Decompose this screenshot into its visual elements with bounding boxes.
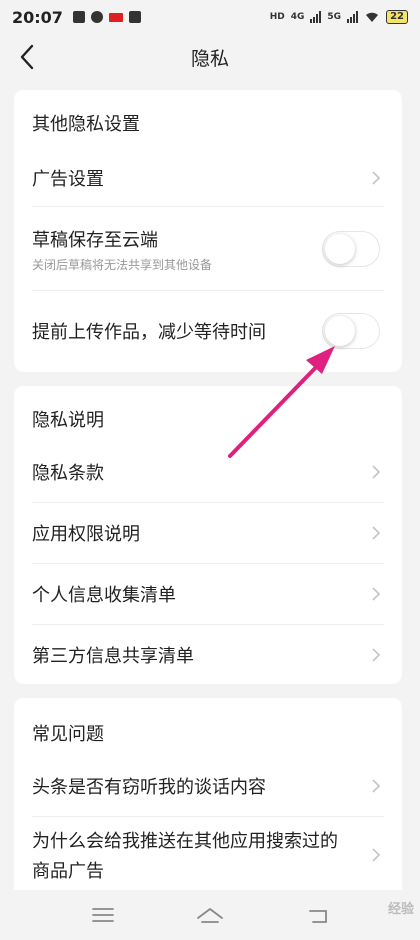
privacy-terms-label: 隐私条款	[32, 463, 104, 484]
watermark-logo: 经验	[387, 902, 414, 917]
section-title: 其他隐私设置	[32, 114, 140, 135]
chevron-right-icon	[372, 171, 381, 185]
faq-card: 常见问题 头条是否有窃听我的谈话内容 为什么会给我推送在其他应用搜索过的 商品广…	[14, 698, 402, 898]
home-button[interactable]	[195, 902, 225, 928]
chevron-right-icon	[372, 648, 381, 662]
signal-icon	[310, 11, 322, 23]
chevron-right-icon	[372, 587, 381, 601]
home-icon	[197, 908, 223, 923]
wifi-icon	[366, 12, 379, 22]
system-navigation-bar	[0, 890, 420, 940]
personal-info-item[interactable]: 个人信息收集清单	[32, 564, 384, 624]
status-time: 20:07	[12, 7, 63, 27]
privacy-description-card: 隐私说明 隐私条款 应用权限说明 个人信息收集清单 第三方信息共享清单	[14, 386, 402, 684]
chevron-right-icon	[372, 526, 381, 540]
third-party-sharing-item[interactable]: 第三方信息共享清单	[32, 625, 384, 685]
draft-cloud-text: 草稿保存至云端 关闭后草稿将无法共享到其他设备	[32, 226, 212, 273]
network-5g-label: 5G	[327, 12, 342, 22]
back-button[interactable]	[10, 40, 44, 74]
book-icon	[128, 11, 141, 23]
third-party-sharing-label: 第三方信息共享清单	[32, 646, 194, 667]
pre-upload-label: 提前上传作品，减少等待时间	[32, 322, 266, 343]
page-title: 隐私	[190, 47, 229, 70]
battery-indicator: 22	[386, 10, 408, 24]
menu-icon	[92, 908, 114, 922]
chevron-right-icon	[372, 465, 381, 479]
privacy-terms-item[interactable]: 隐私条款	[32, 442, 384, 502]
draft-cloud-toggle[interactable]	[322, 231, 380, 267]
personal-info-label: 个人信息收集清单	[32, 585, 176, 606]
signal-icon	[347, 11, 359, 23]
divider	[32, 206, 384, 207]
back-nav-button[interactable]	[304, 902, 334, 928]
section-title: 常见问题	[32, 724, 104, 745]
other-privacy-settings-card: 其他隐私设置 广告设置 草稿保存至云端 关闭后草稿将无法共享到其他设备 提前上传…	[14, 90, 402, 372]
menu-button[interactable]	[88, 902, 118, 928]
app-permissions-item[interactable]: 应用权限说明	[32, 503, 384, 563]
header: 隐私	[0, 34, 420, 80]
chevron-left-icon	[20, 44, 34, 70]
divider	[32, 816, 384, 817]
chevron-right-icon	[372, 848, 381, 862]
hd-icon: HD	[269, 12, 285, 22]
toggle-knob	[325, 234, 355, 264]
app-permissions-label: 应用权限说明	[32, 524, 140, 545]
news-app-icon	[108, 12, 123, 22]
status-right: HD 4G 5G 22	[270, 10, 408, 24]
faq-question-line: 商品广告	[32, 861, 104, 882]
faq-question-line: 为什么会给我推送在其他应用搜索过的	[32, 831, 338, 852]
toggle-knob	[325, 316, 355, 346]
notification-icons	[72, 11, 141, 23]
draft-cloud-item: 草稿保存至云端 关闭后草稿将无法共享到其他设备	[32, 208, 384, 290]
draft-cloud-label: 草稿保存至云端	[32, 229, 158, 251]
faq-item[interactable]: 头条是否有窃听我的谈话内容	[32, 756, 384, 816]
pre-upload-toggle[interactable]	[322, 313, 380, 349]
back-nav-icon	[309, 910, 327, 923]
pre-upload-item: 提前上传作品，减少等待时间	[32, 292, 384, 370]
status-bar: 20:07 HD 4G 5G 22	[0, 0, 420, 34]
chevron-right-icon	[372, 779, 381, 793]
app-notification-icon	[72, 11, 85, 23]
section-title: 隐私说明	[32, 410, 104, 431]
faq-question-text: 为什么会给我推送在其他应用搜索过的 商品广告	[32, 827, 338, 883]
divider	[32, 290, 384, 291]
ad-settings-item[interactable]: 广告设置	[32, 150, 384, 206]
compass-icon	[90, 11, 103, 23]
faq-question-label: 头条是否有窃听我的谈话内容	[32, 777, 266, 798]
network-4g-label: 4G	[290, 12, 305, 22]
draft-cloud-subtitle: 关闭后草稿将无法共享到其他设备	[32, 257, 213, 272]
faq-item[interactable]: 为什么会给我推送在其他应用搜索过的 商品广告	[32, 822, 384, 888]
ad-settings-label: 广告设置	[32, 169, 104, 190]
